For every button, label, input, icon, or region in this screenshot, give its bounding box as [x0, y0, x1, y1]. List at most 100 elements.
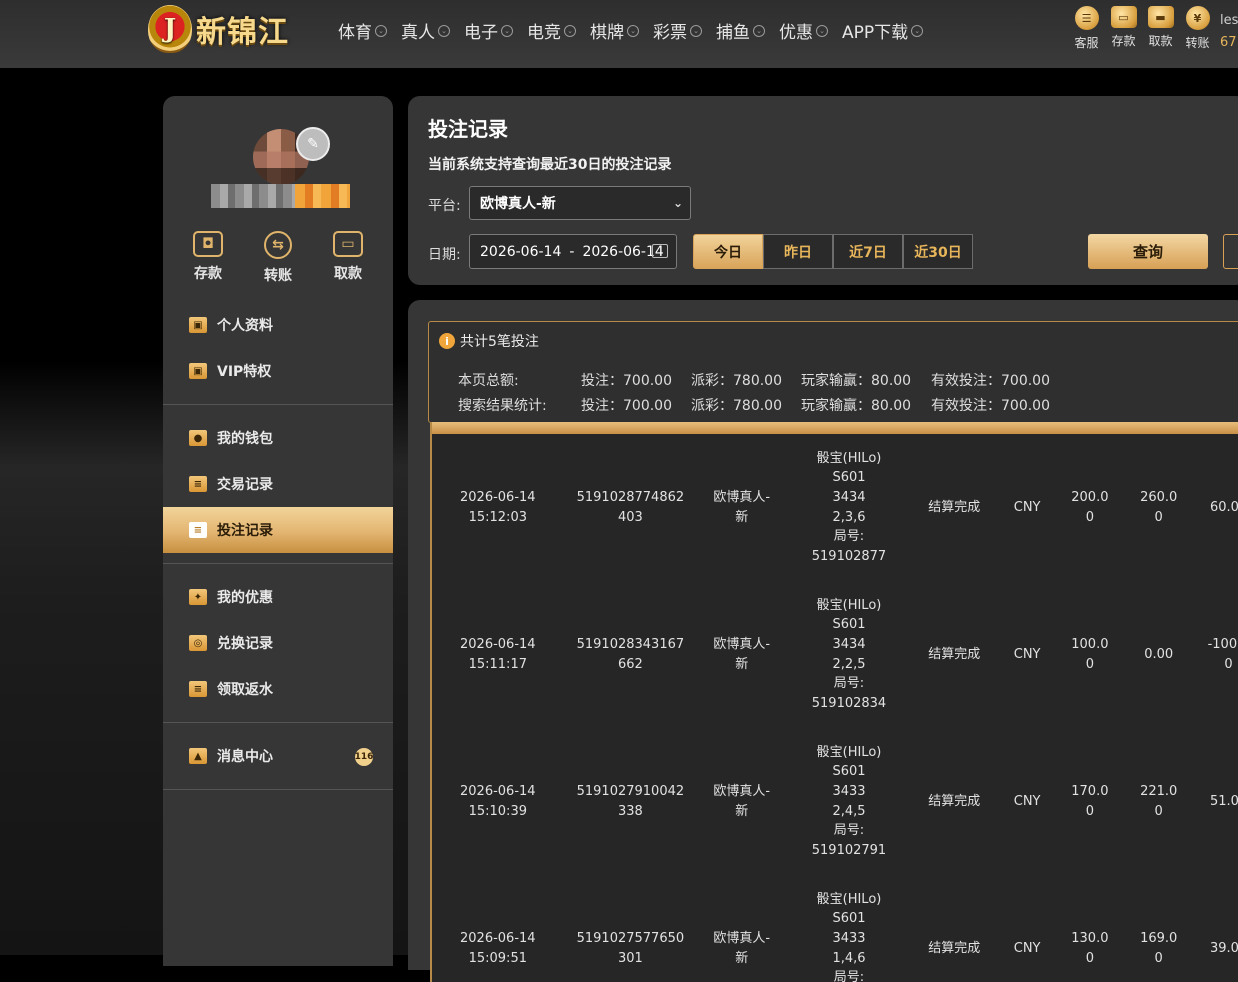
cell-game: 骰宝(HILo)S60134331,4,6局号:519102757 [816, 891, 882, 982]
nav-item-8[interactable]: APP下载 ⌄ [842, 18, 924, 43]
chevron-down-icon: ⌄ [438, 24, 450, 37]
cell-game: 骰宝(HILo) S601 3433 2,4,5 局号: 519102791 [811, 744, 887, 858]
summary-title: i 共计5笔投注 [439, 331, 539, 351]
site-logo[interactable]: J 新锦江 [148, 3, 289, 55]
range-button-1[interactable]: 昨日 [763, 234, 833, 269]
cell-time: 2026-06-14 15:09:51 [460, 930, 536, 966]
platform-label: 平台: [428, 198, 461, 214]
cell-win: 39.00 [1209, 940, 1238, 956]
cell-payout: 0.00 [1144, 646, 1174, 662]
date-separator: - [569, 243, 575, 260]
sidebar-item-bet-record[interactable]: ≡ 投注记录 [163, 507, 393, 553]
header-link-0[interactable]: ☰ 客服 [1068, 6, 1105, 51]
cell-order: 5191028774862 403 [576, 489, 685, 525]
table-row[interactable]: 2026-06-14 15:12:03 5191028774862 403 欧博真人- 新… [432, 434, 1238, 581]
sidebar-item-exchange[interactable]: ◎ 兑换记录 [163, 620, 393, 666]
table-row[interactable]: 2026-06-14 15:09:51 5191027577650 301 欧博真人- 新… [432, 875, 1238, 982]
range-button-2[interactable]: 近7日 [833, 234, 903, 269]
platform-select-value: 欧博真人-新 [480, 196, 556, 212]
logo-text: 新锦江 [196, 15, 289, 50]
header-link-label: 取款 [1148, 34, 1173, 48]
sidebar-group-3: ▲ 消息中心 116 [163, 723, 393, 790]
edit-avatar-icon[interactable]: ✎ [296, 127, 330, 161]
chevron-down-icon: ⌄ [753, 24, 765, 37]
nav-item-label: 彩票 [653, 23, 687, 43]
header-link-label: 转账 [1185, 36, 1210, 50]
cell-time: 2026-06-14 15:10:39 [460, 783, 536, 819]
sidebar-action-2[interactable]: ▭ 取款 [318, 231, 378, 285]
date-range-input[interactable]: 2026-06-14 - 2026-06-14 [469, 234, 677, 269]
header-link-3[interactable]: ¥ 转账 [1179, 6, 1216, 51]
cell-status: 结算完成 [928, 793, 981, 809]
sidebar-item-label: 领取返水 [217, 682, 273, 698]
sidebar-action-0[interactable]: ◘ 存款 [178, 231, 238, 285]
sidebar-item-gift[interactable]: ✦ 我的优惠 [163, 574, 393, 620]
platform-select[interactable]: 欧博真人-新 ⌄ [469, 186, 691, 220]
table-row[interactable]: 2026-06-14 15:11:17 5191028343167 662 欧博真人- 新… [432, 581, 1238, 728]
cell-platform: 欧博真人- 新 [713, 930, 771, 966]
records-table: 2026-06-14 15:12:03 5191028774862 403 欧博真人- 新… [430, 422, 1238, 982]
nav-item-2[interactable]: 电子 ⌄ [464, 18, 513, 43]
sidebar-action-1[interactable]: ⇆ 转账 [248, 231, 308, 285]
cell-win: 51.00 [1209, 793, 1238, 809]
nav-item-5[interactable]: 彩票 ⌄ [653, 18, 702, 43]
secondary-button-partial[interactable] [1223, 234, 1238, 269]
nav-item-label: 电竞 [527, 23, 561, 43]
logo-emblem-icon: J [148, 5, 192, 53]
cell-time: 2026-06-14 15:12:03 [460, 489, 536, 525]
range-button-0[interactable]: 今日 [693, 234, 763, 269]
cell-bet: 100.0 0 [1071, 636, 1109, 672]
nav-item-0[interactable]: 体育 ⌄ [338, 18, 387, 43]
cell-win: 60.00 [1209, 499, 1238, 515]
sidebar-item-profile-card[interactable]: ▣ 个人资料 [163, 302, 393, 348]
cell-bet: 130.0 0 [1071, 930, 1109, 966]
info-icon: i [439, 333, 455, 349]
vip-card-icon: ▣ [189, 363, 207, 379]
account-sidebar: ✎ ◘ 存款 ⇆ 转账 ▭ 取款 ▣ 个人资料 ▣ VIP特权 ● 我的钱包 ≡ 交易记录 ≡ 投注记录 ✦ 我… [163, 96, 393, 966]
nav-item-6[interactable]: 捕鱼 ⌄ [716, 18, 765, 43]
sidebar-item-vip-card[interactable]: ▣ VIP特权 [163, 348, 393, 394]
nav-item-4[interactable]: 棋牌 ⌄ [590, 18, 639, 43]
nav-item-7[interactable]: 优惠 ⌄ [779, 18, 828, 43]
cell-platform: 欧博真人- 新 [713, 783, 771, 819]
list-icon: ≡ [189, 476, 207, 492]
summary-cell: 玩家输赢：80.00 [801, 373, 912, 389]
nav-item-3[interactable]: 电竞 ⌄ [527, 18, 576, 43]
summary-cell: 搜索结果统计: [458, 398, 547, 414]
nav-item-1[interactable]: 真人 ⌄ [401, 18, 450, 43]
total-bets-text: 共计5笔投注 [460, 334, 539, 350]
results-panel: i 共计5笔投注 本页总额: 投注：700.00 派彩：780.00 玩家输赢：80.… [408, 300, 1238, 982]
summary-cell: 投注：700.00 [581, 398, 672, 414]
nav-item-label: APP下载 [842, 23, 909, 43]
summary-row-0: 本页总额: 投注：700.00 派彩：780.00 玩家输赢：80.00 有效投注：70… [458, 370, 1061, 390]
query-button[interactable]: 查询 [1088, 234, 1208, 269]
sidebar-item-label: 投注记录 [217, 523, 273, 539]
sidebar-action-label: 存款 [194, 266, 222, 282]
cell-order: 5191027577650 301 [576, 930, 685, 966]
summary-cell: 有效投注：700.00 [931, 398, 1050, 414]
sidebar-item-rebate[interactable]: ≡ 领取返水 [163, 666, 393, 712]
exchange-icon: ◎ [189, 635, 207, 651]
calendar-icon[interactable] [652, 244, 668, 258]
range-button-3[interactable]: 近30日 [903, 234, 973, 269]
sidebar-item-bell[interactable]: ▲ 消息中心 116 [163, 733, 393, 779]
query-notice: 当前系统支持查询最近30日的投注记录 [428, 157, 672, 173]
bell-icon: ▲ [189, 748, 207, 764]
table-row[interactable]: 2026-06-14 15:10:39 5191027910042 338 欧博真人- 新… [432, 728, 1238, 875]
table-header-bar [432, 422, 1238, 434]
cell-bet: 170.0 0 [1071, 783, 1109, 819]
sidebar-action-label: 转账 [264, 268, 292, 284]
sidebar-item-list[interactable]: ≡ 交易记录 [163, 461, 393, 507]
page-title: 投注记录 [428, 117, 508, 141]
quick-range-buttons: 今日 昨日 近7日 近30日 [693, 234, 973, 269]
cell-payout: 260.0 0 [1140, 489, 1178, 525]
sidebar-item-label: 交易记录 [217, 477, 273, 493]
summary-cell: 有效投注：700.00 [931, 373, 1050, 389]
cell-payout: 221.0 0 [1140, 783, 1178, 819]
header-link-1[interactable]: ▭ 存款 [1105, 6, 1142, 51]
header-link-2[interactable]: ▬ 取款 [1142, 6, 1179, 51]
header-username[interactable]: les [1220, 10, 1238, 32]
cell-bet: 200.0 0 [1071, 489, 1109, 525]
sidebar-item-piggy-bank[interactable]: ● 我的钱包 [163, 415, 393, 461]
sidebar-item-label: 兑换记录 [217, 636, 273, 652]
